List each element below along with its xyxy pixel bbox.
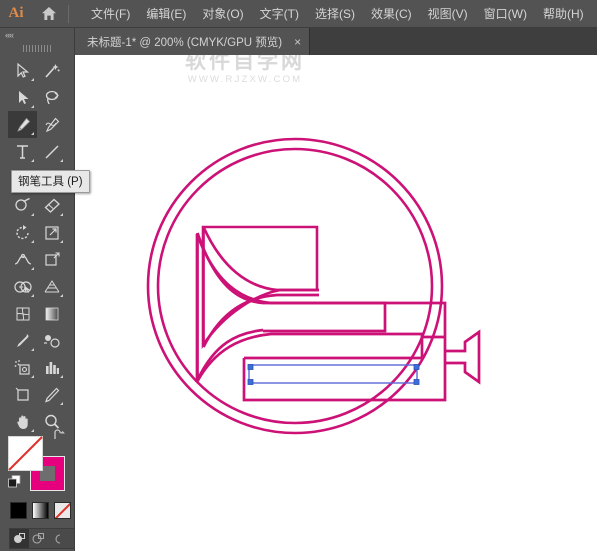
mouthpiece	[445, 329, 481, 385]
fill-stroke-swatches	[8, 429, 68, 492]
document-tab[interactable]: 未标题-1* @ 200% (CMYK/GPU 预览) ×	[75, 28, 311, 55]
flyout-indicator	[60, 240, 63, 243]
anchor-point	[413, 379, 420, 385]
shaper-tool[interactable]	[8, 192, 37, 219]
direct-selection-tool[interactable]	[8, 84, 37, 111]
flyout-indicator	[31, 348, 34, 351]
none-slash-icon	[8, 436, 43, 471]
menu-item-list: 文件(F) 编辑(E) 对象(O) 文字(T) 选择(S) 效果(C) 视图(V…	[83, 1, 592, 26]
magic-wand-tool[interactable]	[37, 57, 66, 84]
blend-tool[interactable]	[37, 327, 66, 354]
pen-tool[interactable]	[8, 111, 37, 138]
menu-item-window[interactable]: 窗口(W)	[476, 1, 535, 26]
symbol-sprayer-tool[interactable]	[8, 354, 37, 381]
eyedropper-tool[interactable]	[8, 327, 37, 354]
curvature-tool[interactable]	[37, 111, 66, 138]
home-icon[interactable]	[32, 0, 66, 28]
menu-item-view[interactable]: 视图(V)	[420, 1, 476, 26]
flyout-indicator	[31, 78, 34, 81]
draw-normal-button[interactable]	[10, 529, 29, 548]
menu-item-effect[interactable]: 效果(C)	[363, 1, 420, 26]
anchor-point	[413, 364, 420, 370]
gradient-tool[interactable]	[37, 300, 66, 327]
flyout-indicator	[31, 294, 34, 297]
color-controls	[0, 404, 75, 551]
scale-tool[interactable]	[37, 219, 66, 246]
swap-fill-stroke-icon[interactable]	[52, 428, 66, 442]
flyout-indicator	[60, 375, 63, 378]
flyout-indicator	[31, 375, 34, 378]
gradient-mode-button[interactable]	[32, 502, 49, 519]
tool-grid	[0, 55, 74, 435]
anchor-point	[247, 364, 254, 370]
menu-bar: Ai 文件(F) 编辑(E) 对象(O) 文字(T) 选择(S) 效果(C) 视…	[0, 0, 597, 28]
fill-swatch[interactable]	[8, 436, 43, 471]
draw-behind-button[interactable]	[29, 529, 48, 548]
collapse-panel-button[interactable]: ««	[0, 28, 74, 41]
menu-divider	[68, 4, 69, 23]
draw-mode-buttons	[9, 528, 75, 549]
menu-item-edit[interactable]: 编辑(E)	[138, 1, 194, 26]
default-fill-stroke-icon[interactable]	[8, 475, 21, 488]
menu-item-select[interactable]: 选择(S)	[307, 1, 363, 26]
panel-drag-handle[interactable]	[0, 41, 74, 55]
color-mode-buttons	[10, 502, 75, 519]
menu-item-object[interactable]: 对象(O)	[194, 1, 251, 26]
tools-panel: «« 钢笔工具 (P)	[0, 28, 90, 551]
flyout-indicator	[60, 159, 63, 162]
selection-outline	[248, 364, 418, 384]
flyout-indicator	[31, 159, 34, 162]
flyout-indicator	[31, 267, 34, 270]
none-mode-button[interactable]	[54, 502, 71, 519]
mesh-tool[interactable]	[8, 300, 37, 327]
close-icon[interactable]: ×	[294, 36, 301, 48]
menu-item-file[interactable]: 文件(F)	[83, 1, 138, 26]
color-mode-button[interactable]	[10, 502, 27, 519]
illustrator-window: Ai 文件(F) 编辑(E) 对象(O) 文字(T) 选择(S) 效果(C) 视…	[0, 0, 597, 551]
trumpet-outline	[202, 226, 445, 348]
eraser-tool[interactable]	[37, 192, 66, 219]
menu-item-type[interactable]: 文字(T)	[252, 1, 307, 26]
flyout-indicator	[31, 240, 34, 243]
upper-tube	[319, 251, 445, 290]
lasso-tool[interactable]	[37, 84, 66, 111]
flyout-indicator	[31, 105, 34, 108]
anchor-point	[247, 379, 254, 385]
shape-builder-tool[interactable]	[8, 273, 37, 300]
flyout-indicator	[31, 132, 34, 135]
type-tool[interactable]	[8, 138, 37, 165]
free-transform-tool[interactable]	[37, 246, 66, 273]
canvas-area[interactable]: 软件自学网 WWW.RJZXW.COM	[75, 55, 597, 551]
width-tool[interactable]	[8, 246, 37, 273]
app-logo: Ai	[8, 5, 24, 21]
selection-tool[interactable]	[8, 57, 37, 84]
outer-circle	[146, 137, 444, 435]
tool-tooltip: 钢笔工具 (P)	[11, 170, 90, 193]
perspective-grid-tool[interactable]	[37, 273, 66, 300]
flyout-indicator	[60, 294, 63, 297]
mouthpiece-flare	[445, 337, 481, 381]
flyout-indicator	[31, 213, 34, 216]
home-glyph	[42, 7, 56, 20]
document-tab-bar: 未标题-1* @ 200% (CMYK/GPU 预览) ×	[75, 28, 597, 55]
draw-inside-button[interactable]	[48, 529, 67, 548]
mouthpiece-outline	[445, 329, 481, 385]
artwork-trumpet-icon[interactable]	[75, 55, 597, 551]
column-graph-tool[interactable]	[37, 354, 66, 381]
line-segment-tool[interactable]	[37, 138, 66, 165]
inner-circle	[156, 147, 434, 425]
menu-item-help[interactable]: 帮助(H)	[535, 1, 592, 26]
rotate-tool[interactable]	[8, 219, 37, 246]
flyout-indicator	[60, 213, 63, 216]
top-flare-and-tube	[195, 233, 447, 337]
document-tab-title: 未标题-1* @ 200% (CMYK/GPU 预览)	[87, 36, 283, 49]
